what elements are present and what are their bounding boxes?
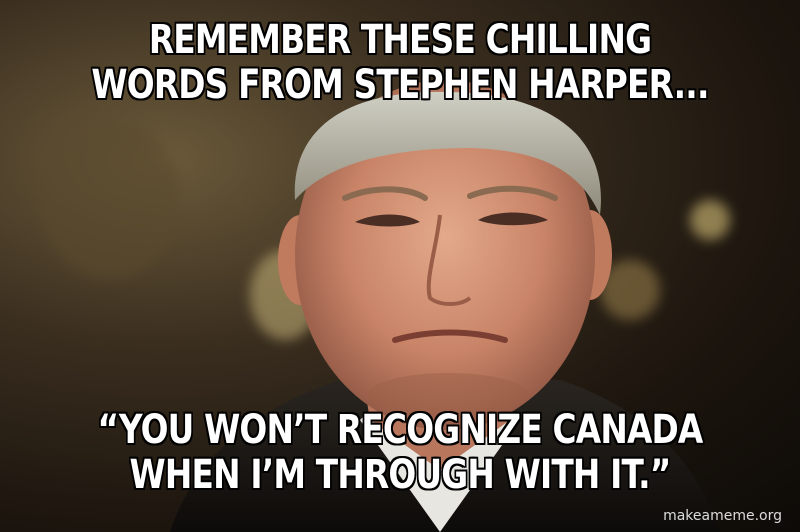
top-caption-line-1: REMEMBER THESE CHILLING (148, 17, 652, 63)
bottom-caption-line-2: WHEN I’M THROUGH WITH IT.” (129, 452, 672, 498)
top-caption: REMEMBER THESE CHILLING WORDS FROM STEPH… (72, 18, 728, 108)
top-caption-line-2: WORDS FROM STEPHEN HARPER... (91, 62, 709, 108)
bottom-caption: “YOU WON’T RECOGNIZE CANADA WHEN I’M THR… (72, 408, 728, 498)
site-watermark: makeameme.org (663, 508, 782, 524)
bottom-caption-line-1: “YOU WON’T RECOGNIZE CANADA (97, 407, 703, 453)
meme-image: REMEMBER THESE CHILLING WORDS FROM STEPH… (0, 0, 800, 532)
